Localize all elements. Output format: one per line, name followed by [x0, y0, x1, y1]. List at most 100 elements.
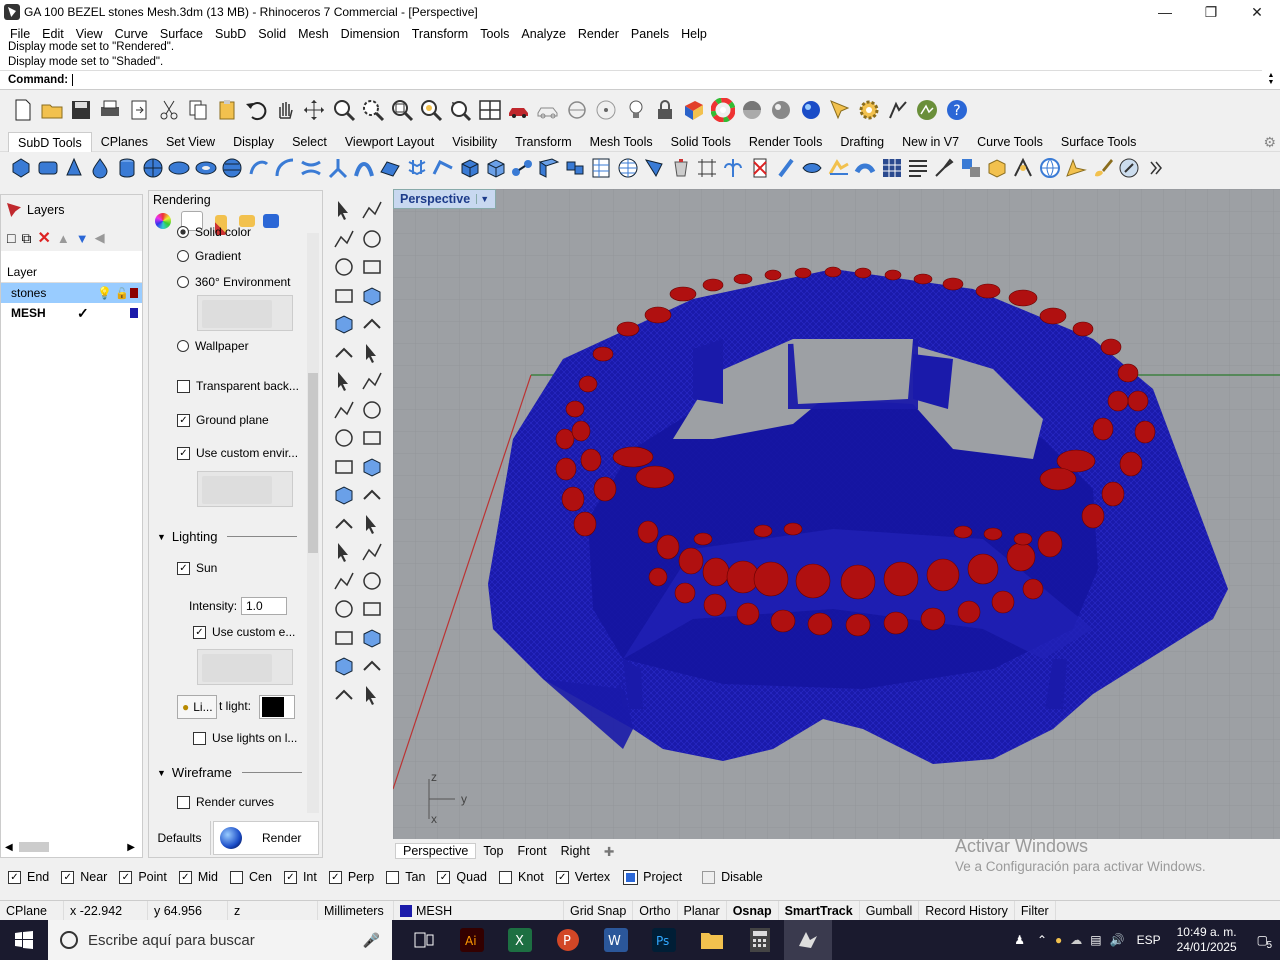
toolbar-more-icon[interactable] [1143, 156, 1167, 180]
use-custom-env-checkbox[interactable]: ✓ Use custom e... [193, 625, 295, 639]
transparent-background-checkbox[interactable]: Transparent back... [177, 379, 299, 393]
tab-subd-tools[interactable]: SubD Tools [8, 131, 92, 152]
gradient-option[interactable]: Gradient [177, 249, 241, 263]
tab-set-view[interactable]: Set View [157, 132, 224, 152]
array-icon[interactable] [332, 569, 356, 593]
delete-layer-icon[interactable]: ✕ [37, 228, 50, 248]
menu-help[interactable]: Help [675, 27, 713, 41]
fillet-icon[interactable] [360, 312, 384, 336]
group-icon[interactable] [360, 483, 384, 507]
subd-ball-icon[interactable] [220, 156, 244, 180]
tab-drafting[interactable]: Drafting [831, 132, 893, 152]
zoom-window-icon[interactable] [361, 98, 385, 122]
file-explorer-icon[interactable] [688, 920, 736, 960]
render-sphere-icon[interactable] [799, 98, 823, 122]
wallpaper-option[interactable]: Wallpaper [177, 339, 249, 353]
ellipse-icon[interactable] [360, 255, 384, 279]
osnap-toggle[interactable]: Osnap [727, 900, 779, 921]
four-viewports-icon[interactable] [478, 98, 502, 122]
osnap-checkbox[interactable] [386, 870, 400, 884]
subd-globe-icon[interactable] [616, 156, 640, 180]
subd-torus-icon[interactable] [194, 156, 218, 180]
extrude-icon[interactable] [332, 341, 356, 365]
sphere-icon[interactable] [360, 369, 384, 393]
tab-transform[interactable]: Transform [506, 132, 581, 152]
menu-file[interactable]: File [4, 27, 36, 41]
trim-icon[interactable] [332, 455, 356, 479]
add-viewport-icon[interactable]: ✚ [597, 844, 621, 859]
osnap-checkbox[interactable] [623, 869, 639, 885]
layers-title[interactable]: Layers [27, 203, 65, 217]
help-icon[interactable]: ? [945, 98, 969, 122]
subd-cube-wire-icon[interactable] [484, 156, 508, 180]
subd-grid-icon[interactable] [537, 156, 561, 180]
subd-weld-icon[interactable] [827, 156, 851, 180]
osnap-checkbox[interactable]: ✓ [555, 870, 569, 884]
custom-environment-thumbnail[interactable] [197, 471, 293, 507]
shaded-sphere-icon[interactable] [740, 98, 764, 122]
paste-icon[interactable] [215, 98, 239, 122]
render-tools-icon[interactable] [1011, 156, 1035, 180]
viewport-menu-chevron-icon[interactable]: ▼ [476, 194, 489, 204]
tab-top[interactable]: Top [476, 844, 510, 858]
osnap-quad[interactable]: ✓ Quad [437, 870, 487, 884]
check-icon[interactable] [360, 654, 384, 678]
globe-tools-icon[interactable] [1038, 156, 1062, 180]
move-up-icon[interactable]: ▲ [57, 231, 70, 246]
solid-color-option[interactable]: Solid color [177, 225, 251, 239]
tab-select[interactable]: Select [283, 132, 336, 152]
undo-view-icon[interactable] [448, 98, 472, 122]
menu-tools[interactable]: Tools [474, 27, 515, 41]
point-icon[interactable] [360, 198, 384, 222]
subd-sweep-icon[interactable] [378, 156, 402, 180]
subd-tripod-icon[interactable] [326, 156, 350, 180]
layout-icon[interactable] [332, 654, 356, 678]
osnap-checkbox[interactable] [230, 870, 243, 884]
select-arrow-icon[interactable] [332, 198, 356, 222]
subd-delete-icon[interactable] [748, 156, 772, 180]
layers-scrollbar[interactable]: ◀ ▶ [5, 841, 135, 853]
filter-toggle[interactable]: Filter [1015, 900, 1056, 921]
osnap-perp[interactable]: ✓ Perp [328, 870, 374, 884]
new-sublayer-icon[interactable]: ⧉ [21, 230, 31, 247]
circle-icon[interactable] [332, 255, 356, 279]
command-input[interactable]: Command: [0, 70, 1262, 88]
record-history-toggle[interactable]: Record History [919, 900, 1015, 921]
menu-dimension[interactable]: Dimension [335, 27, 406, 41]
light-env-thumbnail[interactable] [197, 649, 293, 685]
notifications-icon[interactable]: ▢ 5 [1245, 933, 1280, 951]
subd-bridge-icon[interactable] [510, 156, 534, 180]
volume-icon[interactable]: 🔊 [1106, 933, 1129, 947]
task-view-icon[interactable] [400, 920, 448, 960]
ortho-toggle[interactable]: Ortho [633, 900, 678, 921]
excel-icon[interactable]: X [496, 920, 544, 960]
osnap-end[interactable]: ✓ End [8, 870, 49, 884]
mirror-icon[interactable] [360, 512, 384, 536]
tab-front[interactable]: Front [510, 844, 553, 858]
move-down-icon[interactable]: ▼ [76, 231, 89, 246]
lightning-icon[interactable] [360, 426, 384, 450]
surface-icon[interactable] [360, 341, 384, 365]
drafting-icon[interactable] [1064, 156, 1088, 180]
tab-curve-tools[interactable]: Curve Tools [968, 132, 1052, 152]
subd-curve-1-icon[interactable] [247, 156, 271, 180]
osnap-tan[interactable]: Tan [386, 870, 425, 884]
import-icon[interactable] [127, 98, 151, 122]
microphone-icon[interactable]: 🎤 [363, 932, 380, 949]
plugin-icon[interactable] [886, 98, 910, 122]
menu-transform[interactable]: Transform [406, 27, 475, 41]
current-layer-check-icon[interactable]: ✓ [77, 305, 89, 322]
command-scrollbar[interactable]: ▲ ▼ [1264, 70, 1278, 88]
menu-solid[interactable]: Solid [252, 27, 292, 41]
osnap-checkbox[interactable] [499, 870, 512, 884]
osnap-checkbox[interactable]: ✓ [328, 870, 342, 884]
new-layer-icon[interactable]: □ [7, 230, 15, 246]
photoshop-icon[interactable]: Ps [640, 920, 688, 960]
material-book-icon[interactable] [682, 98, 706, 122]
subd-stretch-icon[interactable] [431, 156, 455, 180]
color-wheel-tab-icon[interactable] [155, 213, 171, 229]
tab-viewport-layout[interactable]: Viewport Layout [336, 132, 443, 152]
layer-color-swatch[interactable] [130, 288, 138, 298]
paint-icon[interactable] [360, 683, 384, 707]
status-layer[interactable]: MESH [394, 900, 564, 921]
